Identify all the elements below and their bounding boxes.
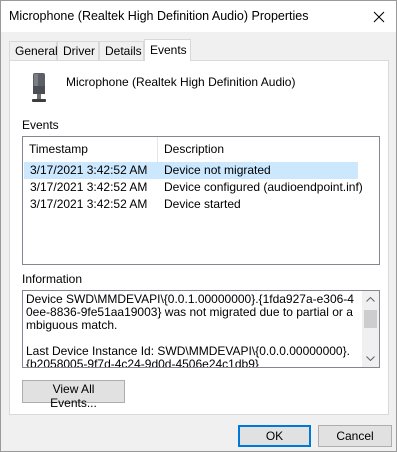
- title-bar: Microphone (Realtek High Definition Audi…: [1, 1, 396, 32]
- properties-dialog: Microphone (Realtek High Definition Audi…: [0, 0, 397, 452]
- device-name: Microphone (Realtek High Definition Audi…: [66, 75, 296, 89]
- information-text: Device SWD\MMDEVAPI\{0.0.1.00000000}.{1f…: [26, 292, 354, 368]
- column-header-timestamp[interactable]: Timestamp: [23, 137, 157, 162]
- cancel-button[interactable]: Cancel: [318, 425, 392, 447]
- chevron-down-icon: [366, 356, 375, 361]
- information-textbox[interactable]: Device SWD\MMDEVAPI\{0.0.1.00000000}.{1f…: [22, 290, 380, 368]
- tab-driver[interactable]: Driver: [57, 41, 99, 60]
- tab-details[interactable]: Details: [99, 41, 144, 60]
- tab-general[interactable]: General: [9, 41, 58, 60]
- events-list[interactable]: Timestamp Description 3/17/2021 3:42:52 …: [22, 136, 380, 265]
- event-timestamp: 3/17/2021 3:42:52 AM: [30, 163, 148, 177]
- scroll-thumb[interactable]: [364, 310, 377, 328]
- close-icon: [373, 11, 385, 22]
- event-description: Device not migrated: [164, 163, 271, 177]
- table-row[interactable]: 3/17/2021 3:42:52 AM Device configured (…: [24, 179, 363, 196]
- events-panel: Microphone (Realtek High Definition Audi…: [9, 60, 389, 415]
- table-row[interactable]: 3/17/2021 3:42:52 AM Device started: [24, 196, 358, 213]
- view-all-events-button[interactable]: View All Events...: [22, 380, 125, 410]
- window-title: Microphone (Realtek High Definition Audi…: [9, 9, 309, 23]
- ok-button[interactable]: OK: [238, 425, 311, 447]
- microphone-icon: [32, 73, 46, 102]
- event-description: Device started: [164, 197, 241, 211]
- event-timestamp: 3/17/2021 3:42:52 AM: [30, 197, 148, 211]
- tab-strip: General Driver Details Events: [9, 39, 389, 61]
- chevron-up-icon: [366, 297, 375, 302]
- event-timestamp: 3/17/2021 3:42:52 AM: [30, 180, 148, 194]
- scroll-down-button[interactable]: [362, 350, 379, 367]
- information-label: Information: [22, 272, 83, 286]
- events-label: Events: [22, 118, 59, 132]
- vertical-scrollbar[interactable]: [362, 291, 379, 367]
- event-description: Device configured (audioendpoint.inf): [164, 180, 363, 194]
- close-button[interactable]: [362, 1, 396, 32]
- scroll-up-button[interactable]: [362, 291, 379, 308]
- table-row[interactable]: 3/17/2021 3:42:52 AM Device not migrated: [24, 162, 358, 179]
- tab-events[interactable]: Events: [144, 39, 191, 61]
- column-header-description[interactable]: Description: [158, 137, 379, 162]
